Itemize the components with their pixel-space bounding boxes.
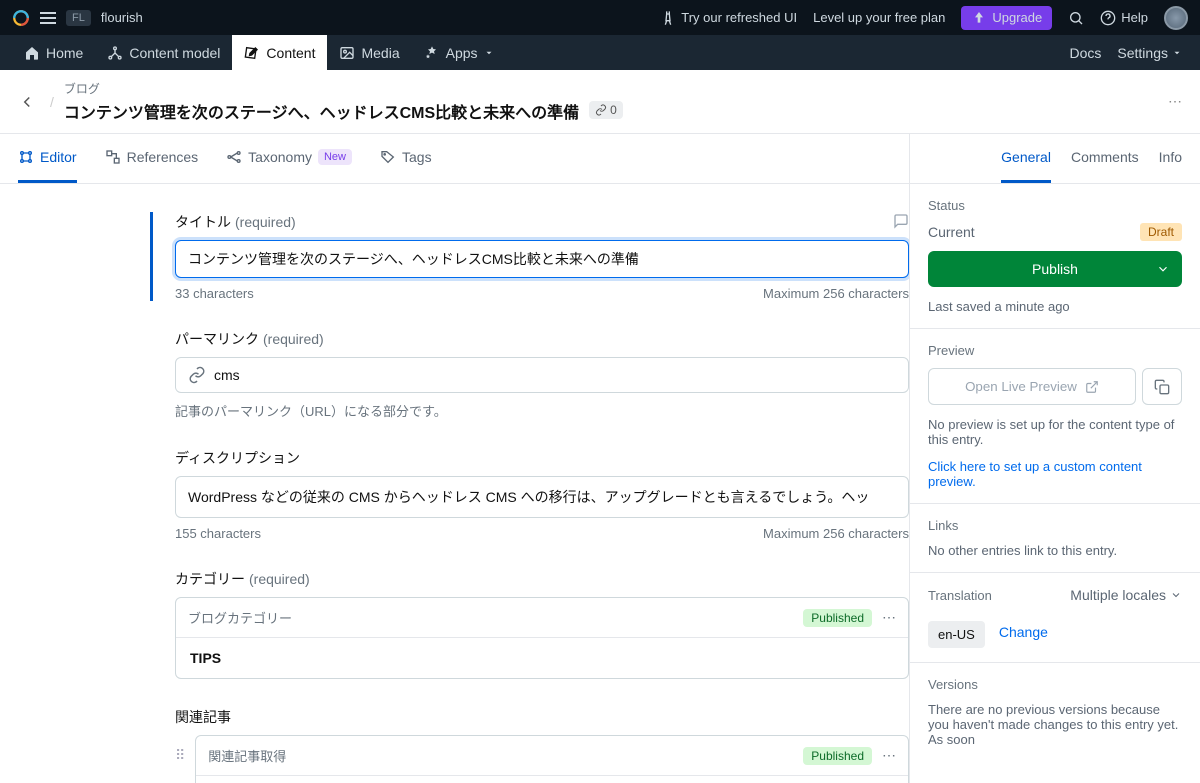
field-permalink-label: パーマリンク [175, 329, 259, 349]
last-saved: Last saved a minute ago [928, 299, 1182, 314]
field-title: タイトル(required) 33 charactersMaximum 256 … [150, 212, 909, 301]
nav-content-model[interactable]: Content model [95, 35, 232, 70]
permalink-help: 記事のパーマリンク（URL）になる部分です。 [175, 401, 909, 420]
tab-tags[interactable]: Tags [380, 134, 432, 183]
entry-header: / ブログ コンテンツ管理を次のステージへ、ヘッドレスCMS比較と未来への準備 … [0, 70, 1200, 134]
top-bar: FL flourish Try our refreshed UI Level u… [0, 0, 1200, 35]
title-char-count: 33 characters [175, 286, 254, 301]
locale-chip: en-US [928, 621, 985, 648]
main-nav: Home Content model Content Media Apps Do… [0, 35, 1200, 70]
nav-settings[interactable]: Settings [1117, 45, 1182, 61]
title-max: Maximum 256 characters [763, 286, 909, 301]
nav-apps[interactable]: Apps [412, 35, 506, 70]
nav-media[interactable]: Media [327, 35, 411, 70]
permalink-value: cms [214, 367, 240, 383]
breadcrumb[interactable]: ブログ [64, 80, 623, 97]
level-up-link[interactable]: Level up your free plan [813, 10, 945, 25]
category-ref-type: ブログカテゴリー [188, 608, 292, 627]
description-input[interactable]: WordPress などの従来の CMS からヘッドレス CMS への移行は、ア… [175, 476, 909, 518]
category-ref-card[interactable]: ブログカテゴリー Published ⋯ TIPS [175, 597, 909, 679]
no-preview-text: No preview is set up for the content typ… [928, 417, 1182, 447]
field-category: カテゴリー(required) ブログカテゴリー Published ⋯ TIP… [150, 569, 909, 679]
help-link[interactable]: Help [1100, 10, 1148, 26]
copy-icon [1154, 379, 1170, 395]
field-permalink: パーマリンク(required) cms 記事のパーマリンク（URL）になる部分… [150, 329, 909, 420]
main-panel: Editor References TaxonomyNew Tags タイトル(… [0, 134, 910, 783]
preview-section: Preview Open Live Preview No preview is … [910, 329, 1200, 504]
related-ref-type: 関連記事取得 [208, 746, 286, 765]
page-title: コンテンツ管理を次のステージへ、ヘッドレスCMS比較と未来への準備 [64, 99, 579, 123]
category-more-icon[interactable]: ⋯ [882, 609, 896, 626]
logo-icon [12, 9, 30, 27]
category-ref-title: TIPS [176, 638, 908, 678]
entry-tabs: Editor References TaxonomyNew Tags [0, 134, 909, 184]
field-description: ディスクリプション WordPress などの従来の CMS からヘッドレス C… [150, 448, 909, 541]
open-preview-button[interactable]: Open Live Preview [928, 368, 1136, 405]
avatar[interactable] [1164, 6, 1188, 30]
publish-button[interactable]: Publish [928, 251, 1182, 287]
permalink-input-wrap[interactable]: cms [175, 357, 909, 393]
side-tab-info[interactable]: Info [1159, 134, 1182, 183]
tab-references[interactable]: References [105, 134, 199, 183]
side-tab-comments[interactable]: Comments [1071, 134, 1139, 183]
tab-taxonomy[interactable]: TaxonomyNew [226, 134, 352, 183]
entry-more-icon[interactable]: ⋯ [1168, 93, 1182, 110]
field-title-label: タイトル [175, 212, 231, 232]
link-icon [188, 366, 206, 384]
field-description-label: ディスクリプション [175, 448, 300, 468]
versions-section: Versions There are no previous versions … [910, 663, 1200, 761]
menu-icon[interactable] [40, 12, 56, 24]
nav-docs[interactable]: Docs [1070, 45, 1102, 61]
related-ref-card[interactable]: 関連記事取得 Published ⋯ CMS [195, 735, 909, 783]
space-code-badge: FL [66, 10, 91, 26]
related-status-badge: Published [803, 747, 872, 765]
space-name[interactable]: flourish [101, 10, 143, 25]
copy-preview-button[interactable] [1142, 368, 1182, 405]
multiple-locales-button[interactable]: Multiple locales [1070, 587, 1182, 603]
translation-section: Translation Multiple locales en-US Chang… [910, 573, 1200, 663]
new-badge: New [318, 149, 352, 165]
versions-text: There are no previous versions because y… [928, 702, 1182, 747]
draft-badge: Draft [1140, 223, 1182, 241]
desc-max: Maximum 256 characters [763, 526, 909, 541]
field-related-label: 関連記事 [175, 707, 231, 727]
side-panel: General Comments Info Status CurrentDraf… [910, 134, 1200, 783]
category-status-badge: Published [803, 609, 872, 627]
title-input[interactable] [175, 240, 909, 278]
external-link-icon [1085, 380, 1099, 394]
upgrade-button[interactable]: Upgrade [961, 6, 1052, 30]
related-more-icon[interactable]: ⋯ [882, 747, 896, 764]
nav-content[interactable]: Content [232, 35, 327, 70]
chevron-down-icon [1170, 589, 1182, 601]
nav-home[interactable]: Home [12, 35, 95, 70]
links-text: No other entries link to this entry. [928, 543, 1182, 558]
drag-handle-icon[interactable]: ⠿ [175, 735, 185, 764]
tab-editor[interactable]: Editor [18, 134, 77, 183]
comment-icon[interactable] [893, 213, 909, 232]
back-arrow-icon[interactable] [18, 93, 36, 111]
status-section: Status CurrentDraft Publish Last saved a… [910, 184, 1200, 329]
search-icon[interactable] [1068, 10, 1084, 26]
desc-char-count: 155 characters [175, 526, 261, 541]
chevron-down-icon [1156, 262, 1170, 276]
setup-preview-link[interactable]: Click here to set up a custom content pr… [928, 459, 1182, 489]
links-section: Links No other entries link to this entr… [910, 504, 1200, 573]
side-tab-general[interactable]: General [1001, 134, 1051, 183]
field-related: 関連記事 ⠿ 関連記事取得 Published ⋯ CMS [150, 707, 909, 783]
field-category-label: カテゴリー [175, 569, 245, 589]
link-count-badge[interactable]: 0 [589, 101, 623, 119]
related-ref-title: CMS [196, 776, 908, 783]
change-locale-link[interactable]: Change [999, 624, 1048, 640]
try-ui-link[interactable]: Try our refreshed UI [660, 10, 797, 26]
